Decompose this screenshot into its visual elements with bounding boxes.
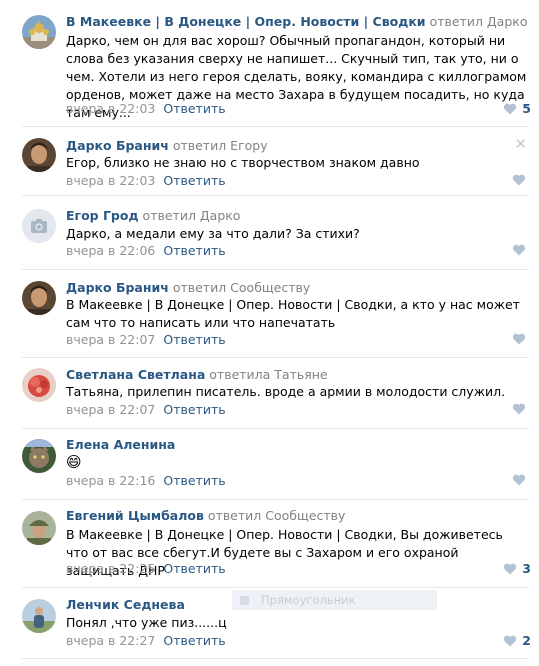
comment-meta: вчера в 22:07 Ответить (66, 402, 226, 418)
like-count: 2 (522, 633, 531, 648)
comment-meta: вчера в 22:03 Ответить (66, 173, 226, 189)
comment-header: Дарко Бранич ответил Егору (66, 138, 268, 154)
like-count: 3 (522, 561, 531, 576)
rectangle-tooltip: Прямоугольник (232, 590, 437, 610)
reply-button[interactable]: Ответить (163, 402, 225, 417)
comment-header: Егор Грод ответил Дарко (66, 208, 240, 224)
man-portrait-avatar[interactable] (22, 138, 56, 172)
comment-text: Понял ,что уже пиз......ц (66, 615, 227, 630)
heart-icon (512, 244, 526, 256)
comment-item: Евгений Цымбалов ответил Сообществу В Ма… (0, 500, 539, 587)
like-button[interactable]: 3 (503, 561, 531, 576)
comment-date[interactable]: вчера в 22:03 (66, 173, 155, 188)
reply-to-text: ответила Татьяне (209, 367, 328, 382)
reply-button[interactable]: Ответить (163, 633, 225, 648)
reply-to-text: ответил Сообществу (172, 280, 311, 295)
comment-meta: вчера в 22:06 Ответить (66, 243, 226, 259)
comment-meta: вчера в 22:16 Ответить (66, 473, 226, 489)
church-domes-avatar[interactable] (22, 15, 56, 49)
comment-meta: вчера в 22:25 Ответить (66, 561, 226, 577)
reply-button[interactable]: Ответить (163, 561, 225, 576)
author-link[interactable]: В Макеевке | В Донецке | Опер. Новости |… (66, 14, 426, 29)
reply-button[interactable]: Ответить (163, 243, 225, 258)
reply-button[interactable]: Ответить (163, 173, 225, 188)
comment-item: Елена Аленина 😄 вчера в 22:16 Ответить (0, 429, 539, 499)
comment-text: В Макеевке | В Донецке | Опер. Новости |… (66, 297, 520, 330)
man-portrait-avatar[interactable] (22, 281, 56, 315)
author-link[interactable]: Евгений Цымбалов (66, 508, 204, 523)
comment-date[interactable]: вчера в 22:03 (66, 101, 155, 116)
like-button[interactable]: 2 (503, 633, 531, 648)
author-link[interactable]: Елена Аленина (66, 437, 175, 452)
reply-button[interactable]: Ответить (163, 101, 225, 116)
comment-meta: вчера в 22:27 Ответить (66, 633, 226, 649)
comment-item: Егор Грод ответил Дарко Дарко, а медали … (0, 196, 539, 269)
rectangle-icon (240, 595, 249, 605)
comment-date[interactable]: вчера в 22:25 (66, 561, 155, 576)
soldier-avatar[interactable] (22, 511, 56, 545)
comment-header: Дарко Бранич ответил Сообществу (66, 280, 310, 296)
reply-to-text: ответил Дарко (429, 14, 528, 29)
like-button[interactable] (512, 403, 531, 415)
comment-text: Дарко, а медали ему за что дали? За стих… (66, 226, 360, 241)
comment-item: Дарко Бранич ответил Егору ✕ Егор, близк… (0, 127, 539, 195)
comment-date[interactable]: вчера в 22:07 (66, 402, 155, 417)
rectangle-label: Прямоугольник (261, 593, 356, 607)
heart-icon (512, 333, 526, 345)
comment-date[interactable]: вчера в 22:27 (66, 633, 155, 648)
comment-header: Евгений Цымбалов ответил Сообществу (66, 508, 345, 524)
author-link[interactable]: Дарко Бранич (66, 138, 169, 153)
like-button[interactable]: 5 (503, 101, 531, 116)
comment-header: Ленчик Седнева (66, 597, 185, 613)
comment-header: Светлана Светлана ответила Татьяне (66, 367, 328, 383)
cat-avatar[interactable] (22, 439, 56, 473)
heart-icon (512, 403, 526, 415)
close-icon[interactable]: ✕ (514, 137, 527, 152)
heart-icon (503, 563, 517, 575)
heart-icon (503, 103, 517, 115)
heart-icon (512, 474, 526, 486)
author-link[interactable]: Егор Грод (66, 208, 139, 223)
like-button[interactable] (512, 474, 531, 486)
reply-to-text: ответил Сообществу (207, 508, 346, 523)
smiley-emoji: 😄 (66, 453, 82, 471)
heart-icon (503, 635, 517, 647)
like-button[interactable] (512, 333, 531, 345)
comment-date[interactable]: вчера в 22:16 (66, 473, 155, 488)
comment-date[interactable]: вчера в 22:07 (66, 332, 155, 347)
comment-header: В Макеевке | В Донецке | Опер. Новости |… (66, 14, 527, 30)
author-link[interactable]: Дарко Бранич (66, 280, 169, 295)
reply-to-text: ответил Егору (172, 138, 268, 153)
divider (22, 658, 529, 659)
like-button[interactable] (512, 244, 531, 256)
reply-button[interactable]: Ответить (163, 332, 225, 347)
comment-date[interactable]: вчера в 22:06 (66, 243, 155, 258)
comment-text: Татьяна, прилепин писатель. вроде а арми… (66, 384, 506, 399)
reply-to-text: ответил Дарко (142, 208, 241, 223)
camera-placeholder-icon[interactable] (22, 209, 56, 243)
author-link[interactable]: Ленчик Седнева (66, 597, 185, 612)
author-link[interactable]: Светлана Светлана (66, 367, 205, 382)
like-count: 5 (522, 101, 531, 116)
comment-item: Дарко Бранич ответил Сообществу В Макеев… (0, 270, 539, 357)
comment-header: Елена Аленина (66, 437, 175, 453)
comment-meta: вчера в 22:07 Ответить (66, 332, 226, 348)
like-button[interactable] (512, 174, 531, 186)
red-flower-avatar[interactable] (22, 368, 56, 402)
comment-item: Светлана Светлана ответила Татьяне Татья… (0, 358, 539, 428)
comment-text: Егор, близко не знаю но с творчеством зн… (66, 155, 420, 170)
reply-button[interactable]: Ответить (163, 473, 225, 488)
comment-item: В Макеевке | В Донецке | Опер. Новости |… (0, 0, 539, 126)
comment-meta: вчера в 22:03 Ответить (66, 101, 226, 117)
person-outdoors-avatar[interactable] (22, 599, 56, 633)
heart-icon (512, 174, 526, 186)
